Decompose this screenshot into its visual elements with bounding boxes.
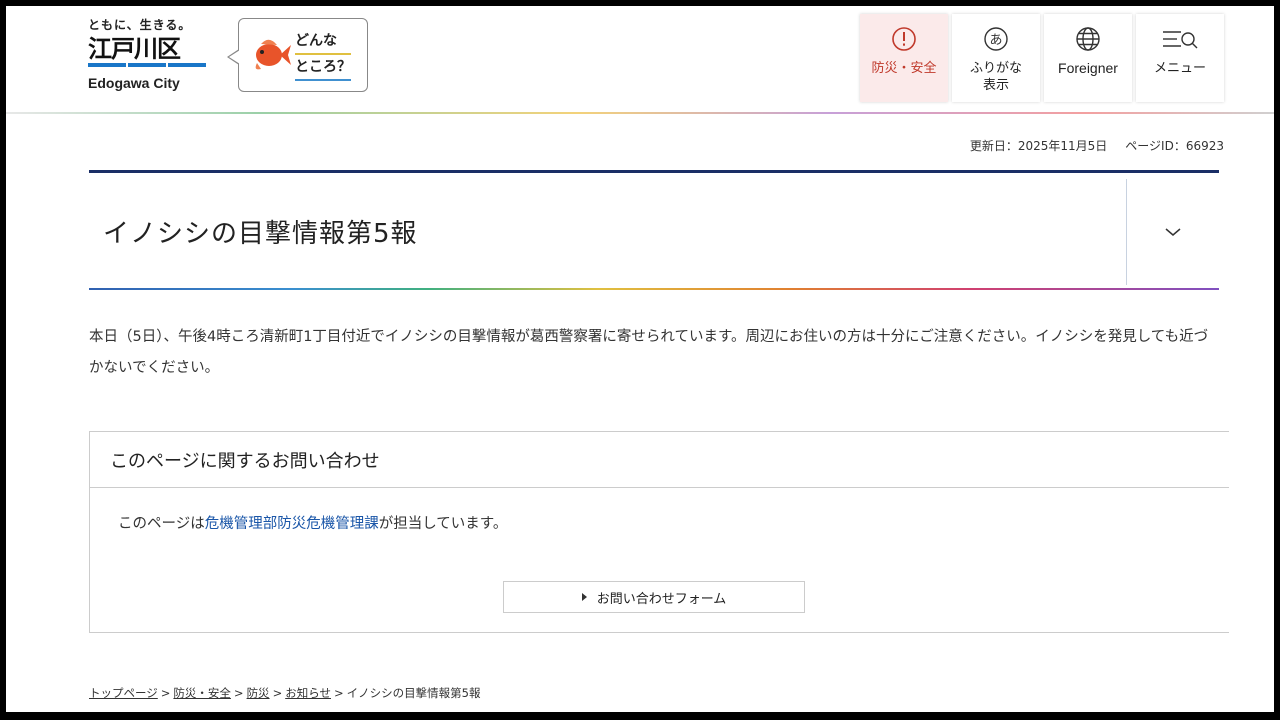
nav-disaster-safety-button[interactable]: 防災・安全 — [860, 14, 948, 102]
nav-disaster-label: 防災・安全 — [871, 61, 937, 76]
contact-section: このページに関するお問い合わせ このページは危機管理部防災危機管理課が担当してい… — [89, 431, 1229, 633]
logo-english: Edogawa City — [88, 75, 180, 91]
breadcrumb-news[interactable]: お知らせ — [285, 686, 331, 700]
nav-menu-label: メニュー — [1153, 61, 1206, 76]
breadcrumb-current: イノシシの目撃情報第5報 — [346, 686, 481, 700]
alert-circle-icon — [891, 24, 917, 54]
chevron-down-icon — [1165, 228, 1181, 236]
page-id: ページID：66923 — [1125, 139, 1224, 153]
promo-bubble-link[interactable]: どんな ところ？ — [227, 18, 368, 92]
hiragana-a-icon: あ — [983, 24, 1009, 54]
nav-furigana-label: ふりがな 表示 — [969, 61, 1022, 93]
goldfish-icon — [255, 39, 291, 70]
title-underline — [89, 288, 1219, 290]
expand-toggle-button[interactable] — [1126, 179, 1219, 285]
promo-line1: どんな — [295, 29, 351, 55]
promo-text: どんな ところ？ — [295, 29, 351, 81]
contact-responsible-text: このページは危機管理部防災危機管理課が担当しています。 — [118, 516, 508, 532]
contact-heading: このページに関するお問い合わせ — [90, 432, 1229, 488]
contact-form-button[interactable]: お問い合わせフォーム — [503, 581, 805, 613]
breadcrumb-disaster-safety[interactable]: 防災・安全 — [173, 686, 231, 700]
nav-foreigner-button[interactable]: Foreigner — [1044, 14, 1132, 102]
edogawa-logo[interactable]: ともに、生きる。 江戸川区 Edogawa City — [88, 16, 218, 96]
site-header: ともに、生きる。 江戸川区 Edogawa City どんな ところ？ 防災・安… — [6, 6, 1274, 114]
nav-foreigner-label: Foreigner — [1058, 60, 1118, 76]
triangle-right-icon — [581, 593, 587, 601]
browser-viewport: ともに、生きる。 江戸川区 Edogawa City どんな ところ？ 防災・安… — [6, 6, 1274, 712]
menu-search-icon — [1161, 24, 1199, 54]
updated-date: 更新日：2025年11月5日 — [969, 139, 1108, 153]
article-body: 本日（5日）、午後4時ころ清新町1丁目付近でイノシシの目撃情報が葛西警察署に寄せ… — [89, 329, 1209, 376]
logo-name: 江戸川区 — [88, 35, 181, 63]
page-meta: 更新日：2025年11月5日 ページID：66923 — [970, 137, 1224, 154]
svg-text:あ: あ — [989, 33, 1002, 48]
contact-form-label: お問い合わせフォーム — [596, 591, 727, 607]
header-divider — [6, 112, 1274, 114]
nav-furigana-button[interactable]: あ ふりがな 表示 — [952, 14, 1040, 102]
department-link[interactable]: 危機管理部防災危機管理課 — [205, 516, 379, 532]
title-section: イノシシの目撃情報第5報 — [89, 170, 1219, 292]
breadcrumb-disaster[interactable]: 防災 — [247, 686, 270, 700]
nav-menu-button[interactable]: メニュー — [1136, 14, 1224, 102]
promo-line2: ところ？ — [295, 55, 351, 81]
page-title: イノシシの目撃情報第5報 — [103, 218, 418, 249]
breadcrumb: トップページ > 防災・安全 > 防災 > お知らせ > イノシシの目撃情報第5報 — [89, 686, 481, 700]
logo-tagline: ともに、生きる。 — [88, 18, 192, 32]
globe-icon — [1075, 24, 1101, 54]
header-nav: 防災・安全 あ ふりがな 表示 Foreigner メニュー — [860, 14, 1224, 102]
logo-underline — [88, 63, 218, 67]
breadcrumb-top[interactable]: トップページ — [89, 686, 158, 700]
